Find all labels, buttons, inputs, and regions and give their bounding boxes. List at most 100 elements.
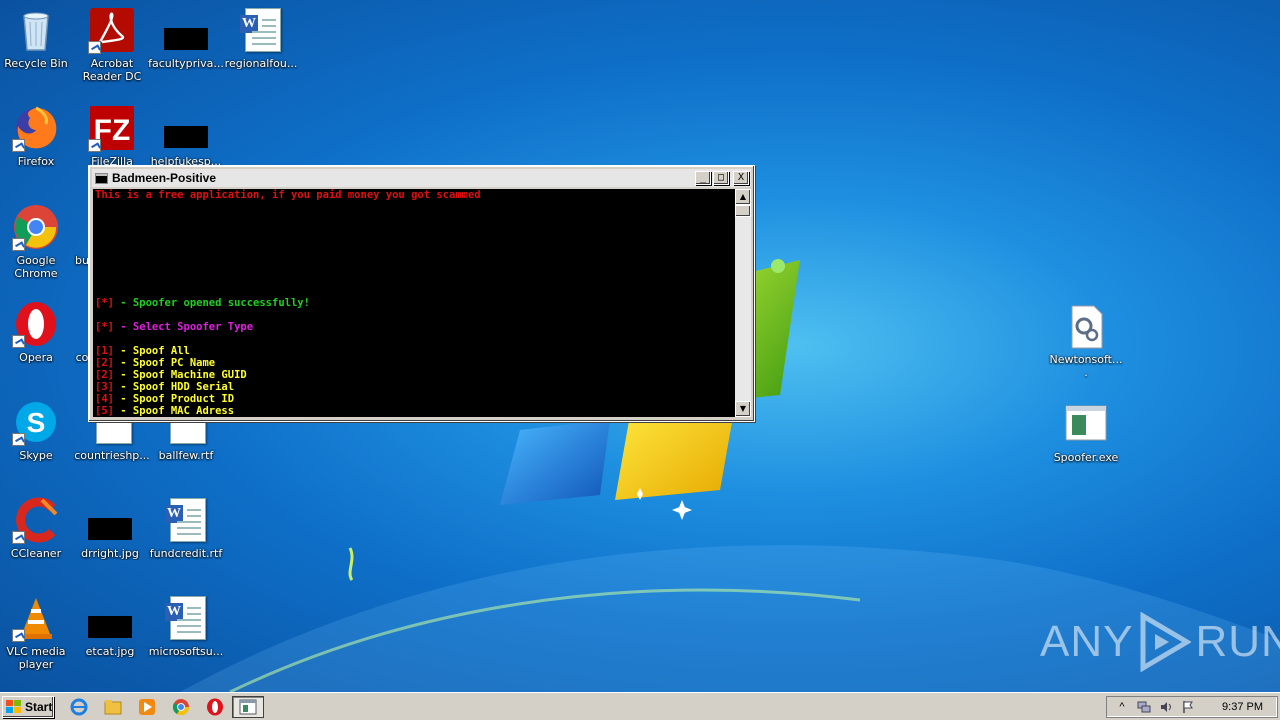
desktop-icon-etcat[interactable]: etcat.jpg: [72, 594, 148, 658]
desktop-icon-label: facultypriva...: [148, 57, 224, 70]
desktop-icon-acrobat[interactable]: Acrobat Reader DC: [74, 6, 150, 83]
desktop-icon-recycle-bin[interactable]: Recycle Bin: [0, 6, 74, 70]
word-doc-icon: W: [240, 8, 281, 52]
show-hidden-icons-icon[interactable]: ^: [1115, 700, 1129, 714]
start-button[interactable]: Start: [2, 696, 54, 718]
shortcut-arrow-icon: [12, 433, 25, 446]
scroll-down-button[interactable]: ▼: [735, 401, 751, 417]
explorer-icon[interactable]: [104, 698, 122, 716]
recycle-bin-icon: [23, 12, 49, 51]
maximize-button[interactable]: □: [713, 171, 729, 185]
desktop-icon-label: regionalfou...: [224, 57, 298, 70]
chrome-icon[interactable]: [172, 698, 190, 716]
desktop-icon-firefox[interactable]: Firefox: [0, 104, 74, 168]
console-line-text: - Spoofer opened successfully!: [113, 297, 310, 309]
console-line-text: - Spoof All: [113, 345, 190, 357]
desktop-icon-label: CCleaner: [10, 547, 62, 560]
desktop-icon-label: Spoofer.exe: [1053, 451, 1119, 464]
taskbar-clock[interactable]: 9:37 PM: [1222, 701, 1263, 713]
scroll-thumb[interactable]: [735, 205, 751, 217]
play-logo-icon: [1140, 612, 1192, 672]
shortcut-arrow-icon: [12, 238, 25, 251]
console-line-text: - Spoof PC Name: [113, 357, 216, 369]
console-line: This is a free application, if you paid …: [95, 189, 733, 201]
image-file-icon: [164, 28, 208, 50]
console-line-prefix: [*]: [95, 321, 114, 333]
volume-icon[interactable]: [1159, 700, 1173, 714]
console-line: [1] - Spoof All: [95, 345, 733, 357]
desktop-icon-skype[interactable]: S Skype: [0, 398, 74, 462]
desktop-icon-microsoftsu[interactable]: W microsoftsu...: [148, 594, 224, 658]
action-center-flag-icon[interactable]: [1181, 700, 1195, 714]
scroll-up-button[interactable]: ▲: [735, 189, 751, 205]
console-line-text: This is a free application, if you paid …: [95, 189, 481, 201]
console-line-text: - Spoof MAC Adress: [113, 405, 235, 417]
desktop-icon-label: etcat.jpg: [85, 645, 135, 658]
console-line: [2] - Spoof PC Name: [95, 357, 733, 369]
console-line: [5] - Spoof MAC Adress: [95, 405, 733, 417]
watermark-text-right: RUN: [1195, 617, 1280, 666]
console-line: [2] - Spoof Machine GUID: [95, 369, 733, 381]
desktop-icon-fundcredit[interactable]: W fundcredit.rtf: [148, 496, 224, 560]
ie-icon[interactable]: [70, 698, 88, 716]
window-title: Badmeen-Positive: [112, 171, 217, 185]
desktop-icon-newtonsoft[interactable]: Newtonsoft....: [1048, 302, 1124, 379]
desktop-icon-label: Skype: [19, 449, 53, 462]
vertical-scrollbar[interactable]: ▲ ▼: [735, 189, 751, 417]
console-line: [*] - Select Spoofer Type: [95, 321, 733, 333]
taskbar-console-task[interactable]: [232, 696, 264, 718]
console-line-prefix: [1]: [95, 345, 114, 357]
console-window-icon: [95, 172, 108, 184]
console-line-prefix: [3]: [95, 381, 114, 393]
windows-logo-icon: [6, 700, 22, 714]
console-line-prefix: [4]: [95, 393, 114, 405]
console-line-prefix: [5]: [95, 405, 114, 417]
desktop-icon-label: countrieshp...: [74, 449, 150, 462]
media-player-icon[interactable]: [138, 698, 156, 716]
desktop-icon-ccleaner[interactable]: CCleaner: [0, 496, 74, 560]
opera-icon[interactable]: [206, 698, 224, 716]
desktop-icon-drright[interactable]: drright.jpg: [72, 496, 148, 560]
network-icon[interactable]: [1137, 700, 1151, 714]
console-line: [*] - Spoofer opened successfully!: [95, 297, 733, 309]
desktop-icon-regionalfou[interactable]: W regionalfou...: [223, 6, 299, 70]
desktop-icon-helpfukesp[interactable]: helpfukesp...: [148, 104, 224, 168]
svg-text:S: S: [27, 407, 46, 438]
desktop-icon-label: microsoftsu...: [148, 645, 224, 658]
console-window[interactable]: Badmeen-Positive _ □ X This is a free ap…: [88, 165, 755, 422]
console-line-text: - Select Spoofer Type: [113, 321, 254, 333]
exe-window-icon: [1065, 405, 1107, 441]
shortcut-arrow-icon: [88, 139, 101, 152]
system-tray: ^ 9:37 PM: [1106, 696, 1278, 718]
desktop-icon-label: drright.jpg: [81, 547, 139, 560]
desktop-icon-facultypriva[interactable]: facultypriva...: [148, 6, 224, 70]
desktop-icon-label: Recycle Bin: [4, 57, 68, 70]
minimize-button[interactable]: _: [695, 171, 711, 185]
desktop-icon-vlc[interactable]: VLC media player: [0, 594, 74, 671]
console-output[interactable]: This is a free application, if you paid …: [93, 189, 735, 417]
console-line-text: - Spoof Machine GUID: [113, 369, 247, 381]
taskbar: Start ^ 9:37 PM: [0, 692, 1280, 720]
console-window-icon: [239, 699, 257, 715]
console-line: [4] - Spoof Product ID: [95, 393, 733, 405]
shortcut-arrow-icon: [12, 139, 25, 152]
console-titlebar[interactable]: Badmeen-Positive _ □ X: [92, 169, 751, 187]
anyrun-watermark: ANY RUN: [1040, 612, 1280, 672]
shortcut-arrow-icon: [88, 41, 101, 54]
console-line-text: - Spoof Product ID: [113, 393, 235, 405]
desktop-icon-label: Firefox: [17, 155, 55, 168]
close-button[interactable]: X: [733, 171, 749, 185]
word-doc-icon: W: [165, 596, 206, 640]
console-line-text: - Spoof HDD Serial: [113, 381, 235, 393]
desktop-icon-spoofer-exe[interactable]: Spoofer.exe: [1048, 400, 1124, 464]
desktop-icon-label: fundcredit.rtf: [149, 547, 223, 560]
shortcut-arrow-icon: [12, 335, 25, 348]
